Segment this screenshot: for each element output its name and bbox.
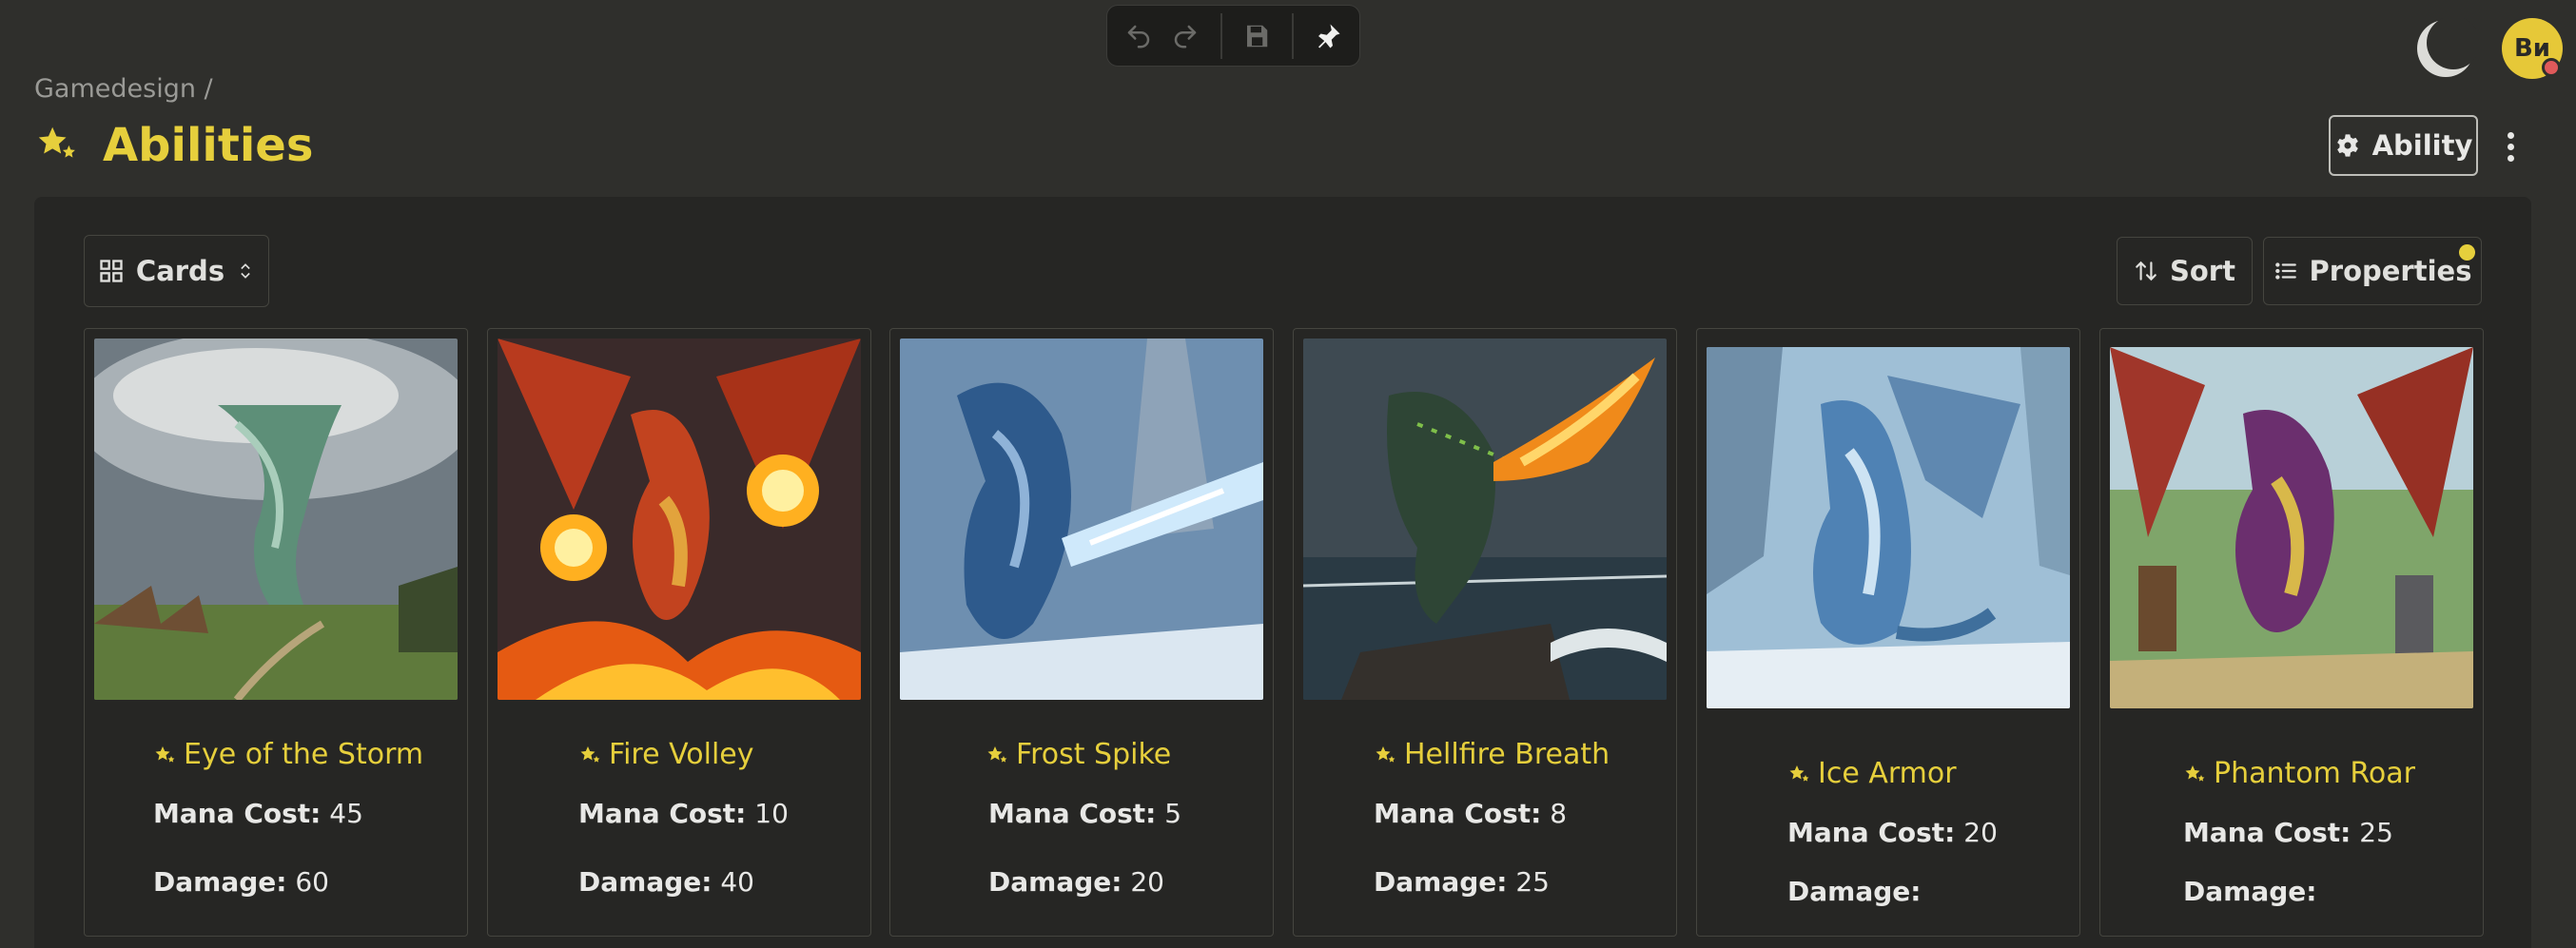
avatar-initials: Ви bbox=[2513, 34, 2551, 63]
mana-cost-field: Mana Cost: 45 bbox=[153, 798, 363, 829]
damage-field: Damage: bbox=[1787, 876, 1921, 907]
mana-cost-value: 10 bbox=[754, 798, 789, 829]
mana-cost-field: Mana Cost: 25 bbox=[2183, 817, 2393, 848]
sparkle-icon bbox=[1376, 745, 1395, 763]
properties-label: Properties bbox=[2309, 255, 2472, 287]
breadcrumb[interactable]: Gamedesign / bbox=[34, 74, 213, 104]
toolbar-divider bbox=[1291, 12, 1294, 59]
damage-field: Damage: 60 bbox=[153, 866, 329, 898]
card-image bbox=[1707, 347, 2070, 708]
damage-value: 25 bbox=[1515, 866, 1550, 898]
app-root: Ви Gamedesign / Abilities Ability Cards … bbox=[0, 0, 2576, 948]
sparkle-icon bbox=[2185, 764, 2205, 782]
sparkle-icon bbox=[987, 745, 1007, 763]
floating-toolbar bbox=[1106, 5, 1360, 67]
title-row: Abilities bbox=[34, 114, 313, 177]
mana-cost-value: 8 bbox=[1550, 798, 1568, 829]
card-title-label: Ice Armor bbox=[1818, 757, 1957, 790]
sort-label: Sort bbox=[2170, 255, 2235, 287]
undo-icon[interactable] bbox=[1115, 12, 1161, 60]
mana-cost-value: 45 bbox=[329, 798, 363, 829]
mana-cost-label: Mana Cost: bbox=[1374, 798, 1542, 829]
card-title-label: Phantom Roar bbox=[2214, 757, 2415, 790]
sparkle-icon bbox=[155, 745, 175, 763]
damage-value: 60 bbox=[295, 866, 329, 898]
damage-label: Damage: bbox=[1787, 876, 1922, 907]
card-image bbox=[498, 339, 861, 700]
ability-card[interactable]: Eye of the Storm Mana Cost: 45 Damage: 6… bbox=[84, 328, 468, 937]
card-title[interactable]: Phantom Roar bbox=[2183, 757, 2415, 790]
mana-cost-field: Mana Cost: 5 bbox=[988, 798, 1181, 829]
mana-cost-value: 5 bbox=[1164, 798, 1182, 829]
mana-cost-label: Mana Cost: bbox=[1787, 817, 1956, 848]
sparkle-icon bbox=[1789, 764, 1809, 782]
card-image bbox=[900, 339, 1263, 700]
mana-cost-value: 25 bbox=[2359, 817, 2393, 848]
ability-card[interactable]: Ice Armor Mana Cost: 20 Damage: bbox=[1696, 328, 2080, 937]
mana-cost-label: Mana Cost: bbox=[578, 798, 747, 829]
damage-value: 20 bbox=[1130, 866, 1164, 898]
properties-indicator-dot bbox=[2459, 244, 2475, 261]
mana-cost-field: Mana Cost: 10 bbox=[578, 798, 789, 829]
card-title[interactable]: Fire Volley bbox=[578, 738, 754, 771]
mana-cost-field: Mana Cost: 8 bbox=[1374, 798, 1567, 829]
damage-label: Damage: bbox=[2183, 876, 2317, 907]
damage-value: 40 bbox=[720, 866, 754, 898]
damage-label: Damage: bbox=[153, 866, 287, 898]
card-title-label: Hellfire Breath bbox=[1404, 738, 1610, 771]
card-title-label: Fire Volley bbox=[609, 738, 754, 771]
list-icon bbox=[2274, 262, 2296, 280]
damage-label: Damage: bbox=[1374, 866, 1508, 898]
damage-label: Damage: bbox=[578, 866, 712, 898]
gear-icon bbox=[2336, 134, 2358, 157]
properties-button[interactable]: Properties bbox=[2263, 237, 2482, 305]
mana-cost-field: Mana Cost: 20 bbox=[1787, 817, 1998, 848]
damage-field: Damage: 25 bbox=[1374, 866, 1550, 898]
card-title-label: Frost Spike bbox=[1016, 738, 1172, 771]
moon-icon[interactable] bbox=[2415, 18, 2476, 79]
mana-cost-label: Mana Cost: bbox=[988, 798, 1157, 829]
card-title[interactable]: Eye of the Storm bbox=[153, 738, 423, 771]
ability-settings-button[interactable]: Ability bbox=[2329, 115, 2478, 176]
ability-button-label: Ability bbox=[2371, 129, 2473, 162]
sparkle-icon bbox=[580, 745, 600, 763]
save-icon[interactable] bbox=[1234, 12, 1280, 60]
sparkle-icon bbox=[34, 122, 78, 169]
card-image bbox=[2110, 347, 2473, 708]
damage-field: Damage: 40 bbox=[578, 866, 754, 898]
ability-card[interactable]: Phantom Roar Mana Cost: 25 Damage: bbox=[2099, 328, 2484, 937]
mana-cost-value: 20 bbox=[1963, 817, 1998, 848]
sort-icon bbox=[2136, 261, 2156, 281]
toolbar-divider bbox=[1220, 12, 1222, 59]
ability-card[interactable]: Hellfire Breath Mana Cost: 8 Damage: 25 bbox=[1293, 328, 1677, 937]
view-mode-label: Cards bbox=[135, 255, 225, 287]
ability-card[interactable]: Frost Spike Mana Cost: 5 Damage: 20 bbox=[889, 328, 1274, 937]
page-title: Abilities bbox=[103, 119, 314, 172]
mana-cost-label: Mana Cost: bbox=[2183, 817, 2352, 848]
card-title-label: Eye of the Storm bbox=[184, 738, 424, 771]
grid-icon bbox=[100, 260, 123, 282]
ability-card[interactable]: Fire Volley Mana Cost: 10 Damage: 40 bbox=[487, 328, 871, 937]
mana-cost-label: Mana Cost: bbox=[153, 798, 322, 829]
view-mode-selector[interactable]: Cards bbox=[84, 235, 269, 307]
more-options-icon[interactable] bbox=[2497, 122, 2524, 171]
sort-button[interactable]: Sort bbox=[2117, 237, 2253, 305]
damage-field: Damage: bbox=[2183, 876, 2316, 907]
redo-icon[interactable] bbox=[1161, 12, 1208, 60]
notification-dot bbox=[2542, 58, 2561, 77]
card-image bbox=[1303, 339, 1667, 700]
damage-label: Damage: bbox=[988, 866, 1122, 898]
card-title[interactable]: Frost Spike bbox=[986, 738, 1171, 771]
pin-icon[interactable] bbox=[1305, 12, 1352, 60]
chevron-updown-icon bbox=[241, 263, 250, 279]
card-title[interactable]: Ice Armor bbox=[1787, 757, 1957, 790]
card-title[interactable]: Hellfire Breath bbox=[1374, 738, 1610, 771]
damage-field: Damage: 20 bbox=[988, 866, 1164, 898]
card-image bbox=[94, 339, 458, 700]
